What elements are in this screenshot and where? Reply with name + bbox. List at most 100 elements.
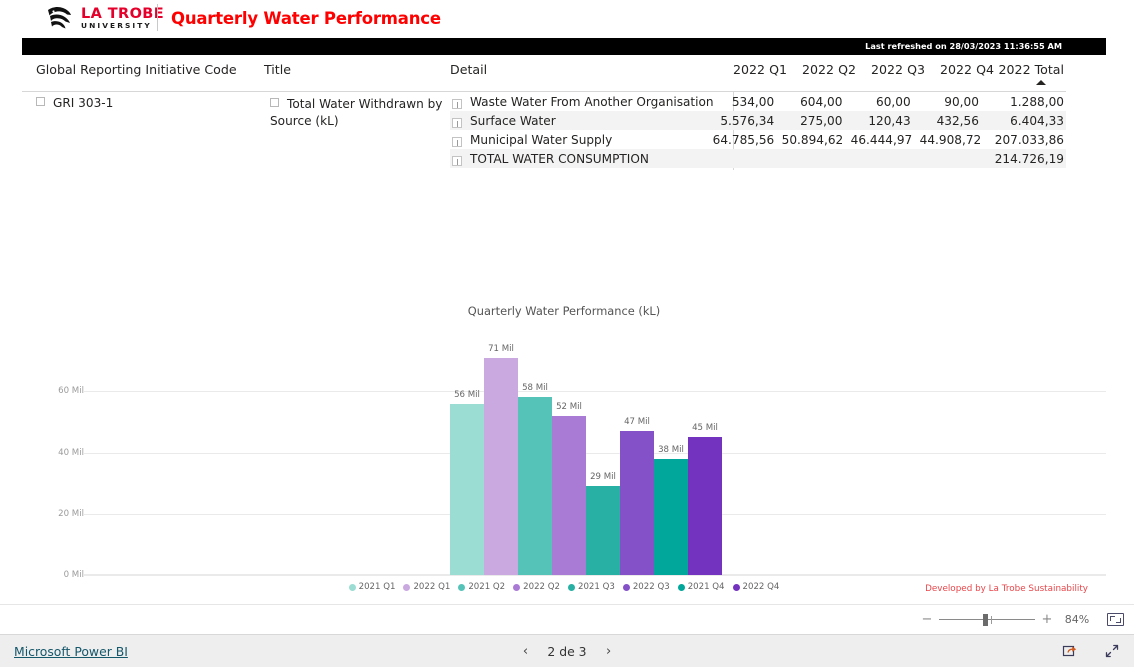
legend-color-dot: [403, 583, 411, 591]
bar-column[interactable]: 71 Mil: [484, 330, 518, 575]
y-axis-tick-label: 40 Mil: [58, 447, 84, 458]
detail-text: TOTAL WATER CONSUMPTION: [470, 151, 649, 166]
power-bi-report-viewer: LA TROBE UNIVERSITY Quarterly Water Perf…: [0, 0, 1134, 667]
detail-text: Waste Water From Another Organisation: [470, 94, 714, 109]
report-canvas: LA TROBE UNIVERSITY Quarterly Water Perf…: [0, 0, 1134, 604]
value-2022-q4: 44.908,72: [919, 132, 982, 147]
zoom-slider-thumb[interactable]: [983, 613, 988, 626]
zoom-slider-tick: [991, 615, 992, 624]
table-row-total[interactable]: TOTAL WATER CONSUMPTION 214.726,19: [450, 149, 1066, 168]
detail-cell[interactable]: TOTAL WATER CONSUMPTION: [450, 152, 715, 166]
bar-value-label: 52 Mil: [556, 401, 582, 412]
bar[interactable]: [552, 415, 586, 575]
previous-page-button[interactable]: ‹: [519, 644, 531, 659]
last-refreshed-text: Last refreshed on 28/03/2023 11:36:55 AM: [865, 41, 1062, 51]
bottom-bar-actions: [1062, 643, 1120, 659]
bar-column[interactable]: 58 Mil: [518, 330, 552, 575]
page-navigation: ‹ 2 de 3 ›: [519, 644, 614, 659]
value-2022-total: 1.288,00: [1010, 94, 1064, 109]
bar-value-label: 56 Mil: [454, 389, 480, 400]
page-title: Quarterly Water Performance: [171, 9, 441, 28]
detail-cell[interactable]: Surface Water: [450, 114, 715, 128]
bottom-bar: Microsoft Power BI ‹ 2 de 3 ›: [0, 634, 1134, 667]
bar-column[interactable]: 45 Mil: [688, 330, 722, 575]
legend-item[interactable]: 2022 Q3: [622, 582, 670, 592]
sort-ascending-icon[interactable]: [1036, 80, 1046, 85]
value-2022-q1: 5.576,34: [720, 113, 775, 128]
legend-item[interactable]: 2021 Q3: [568, 582, 615, 592]
bar[interactable]: [688, 437, 722, 575]
legend-item[interactable]: 2022 Q1: [403, 582, 450, 592]
report-header: LA TROBE UNIVERSITY Quarterly Water Perf…: [0, 0, 1134, 38]
zoom-in-button[interactable]: +: [1039, 612, 1055, 627]
bar[interactable]: [620, 431, 654, 575]
legend-label: 2021 Q4: [687, 582, 725, 592]
bar-chart-visual[interactable]: Quarterly Water Performance (kL) 0 Mil 20…: [22, 296, 1106, 602]
expand-row-icon[interactable]: [452, 117, 462, 128]
value-2022-q1: 64.785,56: [712, 132, 775, 147]
zoom-slider[interactable]: [939, 613, 1035, 627]
column-header-2022-q4[interactable]: 2022 Q4: [925, 62, 994, 77]
value-2022-q4: 90,00: [944, 94, 979, 109]
detail-cell[interactable]: Waste Water From Another Organisation: [450, 95, 715, 109]
column-header-2022-total[interactable]: 2022 Total: [987, 62, 1066, 77]
bar-value-label: 29 Mil: [590, 472, 616, 483]
header-divider: [157, 4, 158, 31]
bar[interactable]: [518, 397, 552, 575]
column-header-2022-q2[interactable]: 2022 Q2: [787, 62, 856, 77]
bar[interactable]: [484, 357, 518, 575]
fullscreen-icon[interactable]: [1104, 643, 1120, 659]
bar[interactable]: [450, 403, 484, 575]
legend-item[interactable]: 2022 Q4: [732, 582, 780, 592]
share-icon[interactable]: [1062, 643, 1078, 659]
legend-label: 2022 Q3: [632, 582, 670, 592]
column-header-gri-code[interactable]: Global Reporting Initiative Code: [36, 62, 237, 77]
bar[interactable]: [654, 458, 688, 575]
legend-color-dot: [622, 583, 630, 591]
detail-cell[interactable]: Municipal Water Supply: [450, 133, 713, 147]
bar-column[interactable]: 47 Mil: [620, 330, 654, 575]
legend-label: 2021 Q2: [468, 582, 506, 592]
expand-row-icon[interactable]: [452, 136, 462, 147]
fit-to-page-icon[interactable]: [1107, 613, 1124, 626]
zoom-out-button[interactable]: −: [919, 612, 935, 627]
expand-box-icon[interactable]: [270, 98, 279, 107]
detail-text: Municipal Water Supply: [470, 132, 613, 147]
legend-label: 2022 Q2: [523, 582, 560, 592]
bar-column[interactable]: 29 Mil: [586, 330, 620, 575]
table-row[interactable]: Surface Water 5.576,34 275,00 120,43 432…: [450, 111, 1066, 130]
legend-item[interactable]: 2022 Q2: [513, 582, 560, 592]
title-cell[interactable]: Total Water Withdrawn by Source (kL): [270, 92, 450, 130]
bar-value-label: 58 Mil: [522, 383, 548, 394]
table-row[interactable]: Waste Water From Another Organisation 53…: [450, 92, 1066, 111]
logo-sub-text: UNIVERSITY: [81, 21, 152, 31]
legend-label: 2022 Q4: [742, 582, 780, 592]
value-2022-q3: 120,43: [868, 113, 911, 128]
bar-column[interactable]: 56 Mil: [450, 330, 484, 575]
developed-by-text: Developed by La Trobe Sustainability: [925, 584, 1088, 594]
expand-box-icon[interactable]: [36, 97, 45, 106]
la-trobe-logo: LA TROBE UNIVERSITY: [45, 5, 164, 31]
legend-color-dot: [513, 583, 521, 591]
column-header-detail[interactable]: Detail: [450, 62, 487, 77]
title-text: Total Water Withdrawn by Source (kL): [270, 97, 443, 128]
expand-row-icon[interactable]: [452, 98, 462, 109]
microsoft-power-bi-link[interactable]: Microsoft Power BI: [14, 644, 128, 659]
column-header-title[interactable]: Title: [264, 62, 291, 77]
logo-wordmark: LA TROBE UNIVERSITY: [81, 7, 164, 30]
table-row[interactable]: Municipal Water Supply 64.785,56 50.894,…: [450, 130, 1066, 149]
value-2022-total: 214.726,19: [994, 151, 1064, 166]
column-header-2022-q3[interactable]: 2022 Q3: [856, 62, 925, 77]
matrix-visual[interactable]: Global Reporting Initiative Code Title D…: [22, 58, 1066, 183]
column-header-2022-q1[interactable]: 2022 Q1: [718, 62, 787, 77]
legend-color-dot: [732, 583, 740, 591]
legend-color-dot: [677, 583, 685, 591]
legend-item[interactable]: 2021 Q1: [348, 582, 395, 592]
bar-column[interactable]: 38 Mil: [654, 330, 688, 575]
expand-row-icon[interactable]: [452, 155, 462, 166]
legend-item[interactable]: 2021 Q2: [458, 582, 505, 592]
bar[interactable]: [586, 486, 620, 575]
next-page-button[interactable]: ›: [603, 644, 615, 659]
legend-item[interactable]: 2021 Q4: [677, 582, 725, 592]
bar-column[interactable]: 52 Mil: [552, 330, 586, 575]
